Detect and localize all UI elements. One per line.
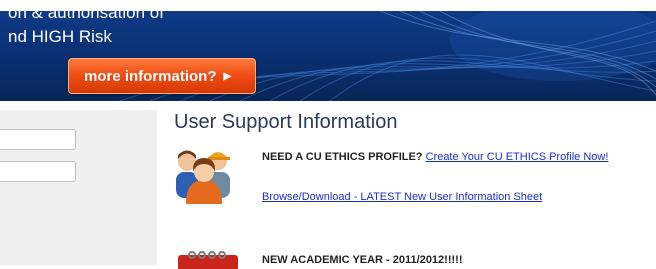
academic-year-item: NEW ACADEMIC YEAR - 2011/2012!!!!!: [262, 254, 463, 266]
banner-heading-line2: nd HIGH Risk: [8, 27, 112, 46]
ethics-profile-prompt: NEED A CU ETHICS PROFILE?: [262, 151, 423, 163]
page-title: User Support Information: [174, 111, 398, 133]
banner-heading-line1: on & authorisation of: [8, 11, 164, 22]
username-input[interactable]: [0, 129, 76, 150]
new-user-info-sheet-link[interactable]: Browse/Download - LATEST New User Inform…: [262, 191, 542, 203]
users-icon: [176, 150, 230, 204]
more-information-label: more information?: [84, 67, 217, 85]
calendar-icon: [178, 251, 238, 269]
login-panel: [0, 110, 157, 265]
password-input[interactable]: [0, 161, 76, 182]
more-information-button[interactable]: more information? ▶: [68, 58, 256, 94]
hero-banner: on & authorisation of nd HIGH Risk more …: [0, 11, 656, 101]
academic-year-heading: NEW ACADEMIC YEAR - 2011/2012!!!!!: [262, 254, 463, 266]
chevron-right-icon: ▶: [223, 70, 232, 82]
ethics-profile-item: NEED A CU ETHICS PROFILE? Create Your CU…: [262, 151, 608, 163]
create-ethics-profile-link[interactable]: Create Your CU ETHICS Profile Now!: [426, 151, 609, 163]
